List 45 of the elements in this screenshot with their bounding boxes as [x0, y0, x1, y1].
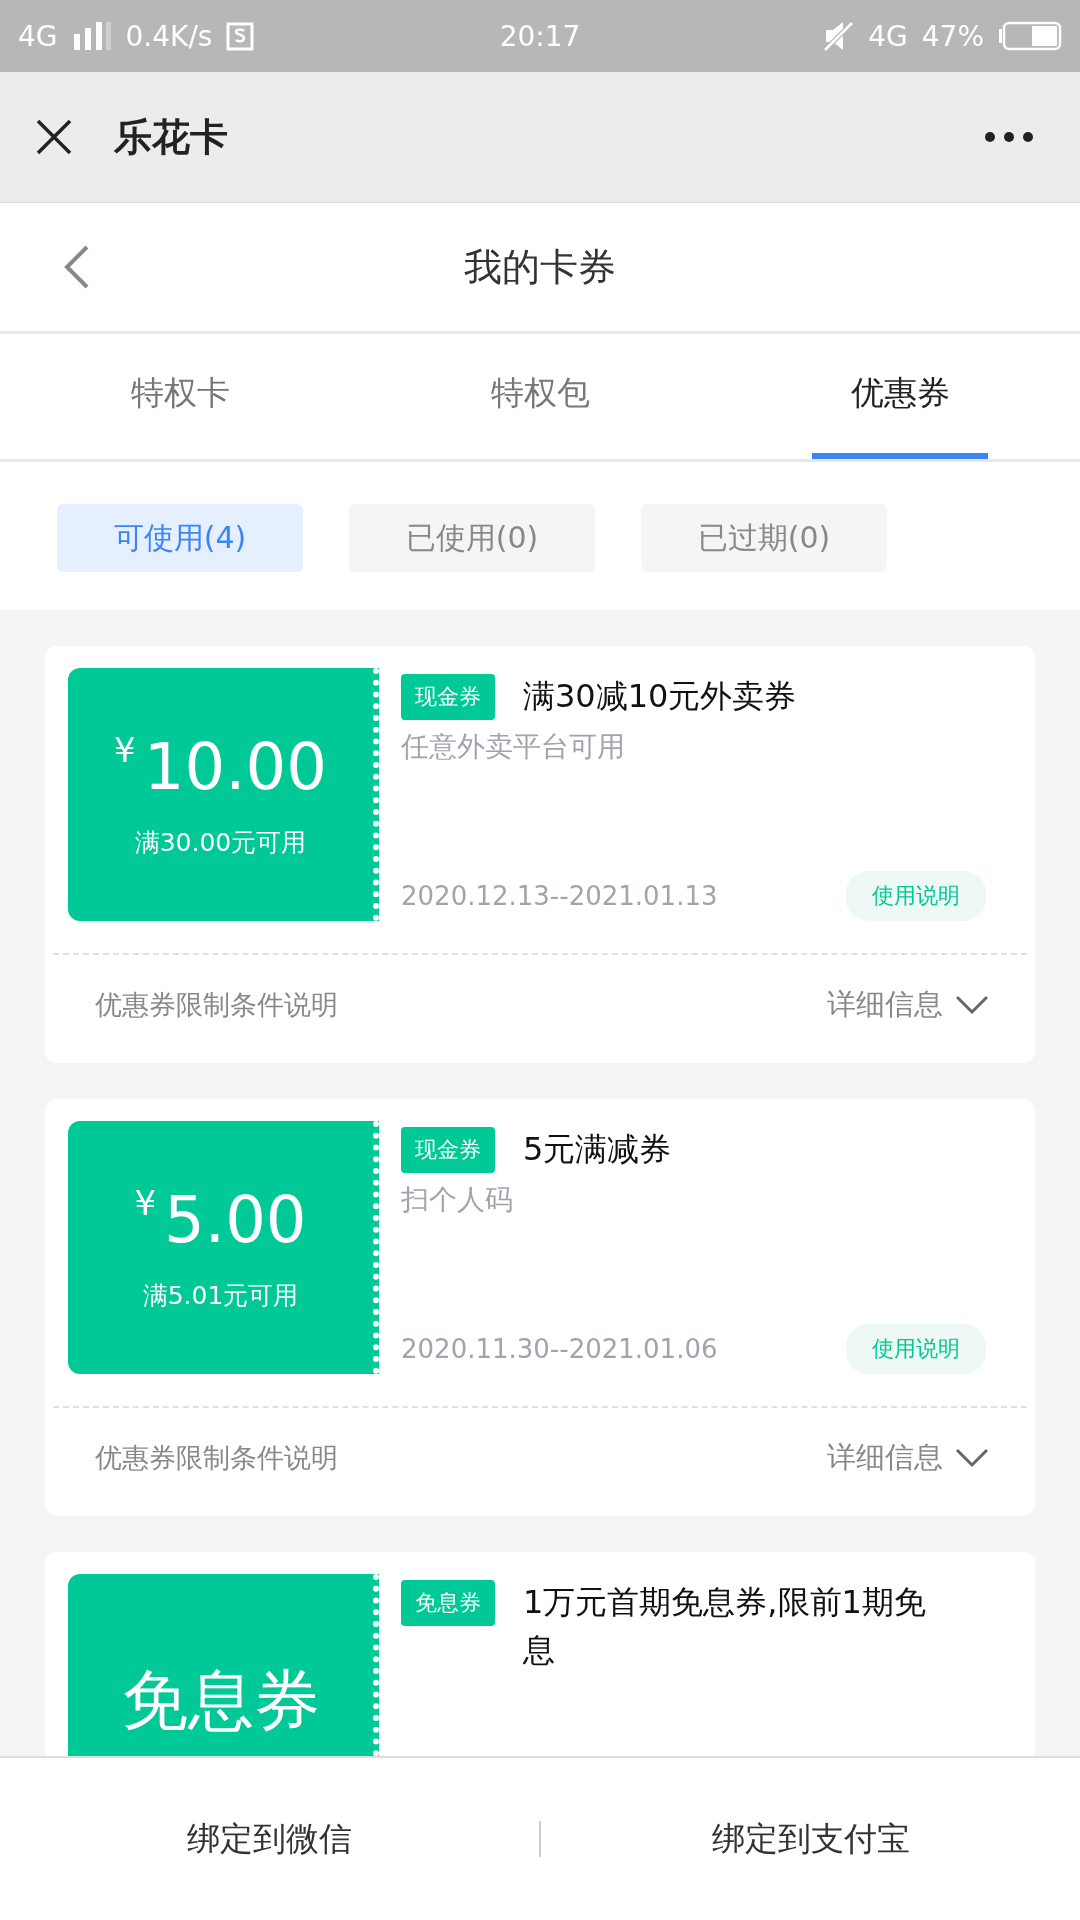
tab[interactable]: 特权卡 [92, 334, 268, 459]
details-link[interactable]: 详细信息 [827, 985, 943, 1025]
coupon-subtitle: 扫个人码 [401, 1182, 514, 1218]
usage-button[interactable]: 使用说明 [846, 1324, 986, 1374]
page-title: 我的卡券 [464, 243, 616, 291]
coupon-title: 1万元首期免息券,限前1期免息 [523, 1582, 927, 1671]
coupon-title: 5元满减券 [523, 1129, 672, 1170]
speed-label: 0.4K/s [125, 19, 213, 53]
validity-dates: 2020.11.30--2021.01.06 [401, 1334, 718, 1364]
coupon-tag: 现金券 [401, 674, 495, 720]
usage-button[interactable]: 使用说明 [846, 871, 986, 921]
battery-icon [998, 21, 1062, 51]
restriction-label: 优惠券限制条件说明 [95, 988, 339, 1022]
network-label: 4G [18, 19, 58, 53]
battery-percent: 47% [921, 19, 984, 53]
validity-dates: 2020.12.13--2021.01.13 [401, 881, 718, 911]
app-title: 乐花卡 [114, 113, 229, 161]
chevron-down-icon[interactable] [955, 995, 989, 1015]
coupon-title: 满30减10元外卖券 [523, 676, 797, 717]
filter-chip[interactable]: 已过期(0) [641, 504, 887, 572]
storage-icon [226, 21, 255, 51]
network-label: 4G [868, 19, 908, 53]
mute-icon [822, 20, 855, 52]
clock-time: 20:17 [499, 19, 581, 53]
coupon-tag: 免息券 [401, 1580, 495, 1626]
coupon-condition: 满5.01元可用 [142, 1280, 299, 1312]
back-icon[interactable] [64, 245, 90, 289]
filter-chip[interactable]: 已使用(0) [349, 504, 595, 572]
close-icon[interactable] [36, 119, 72, 155]
coupon-tag: 现金券 [401, 1127, 495, 1173]
tab[interactable]: 特权包 [452, 334, 628, 459]
coupon-condition: 满30.00元可用 [134, 827, 307, 859]
bind-button[interactable]: 绑定到微信 [0, 1758, 539, 1920]
bind-button[interactable]: 绑定到支付宝 [541, 1758, 1080, 1920]
coupon-subtitle: 任意外卖平台可用 [401, 729, 626, 765]
chevron-down-icon[interactable] [955, 1448, 989, 1468]
tab[interactable]: 优惠券 [812, 334, 988, 459]
restriction-label: 优惠券限制条件说明 [95, 1441, 339, 1475]
filter-chip[interactable]: 可使用(4) [57, 504, 303, 572]
coupon-amount: ¥10.00 [114, 730, 327, 804]
coupon-amount: ¥5.00 [134, 1183, 307, 1257]
coupon-label: 免息券 [121, 1660, 320, 1741]
signal-icon [71, 22, 112, 50]
more-icon[interactable] [984, 131, 1034, 143]
details-link[interactable]: 详细信息 [827, 1438, 943, 1478]
